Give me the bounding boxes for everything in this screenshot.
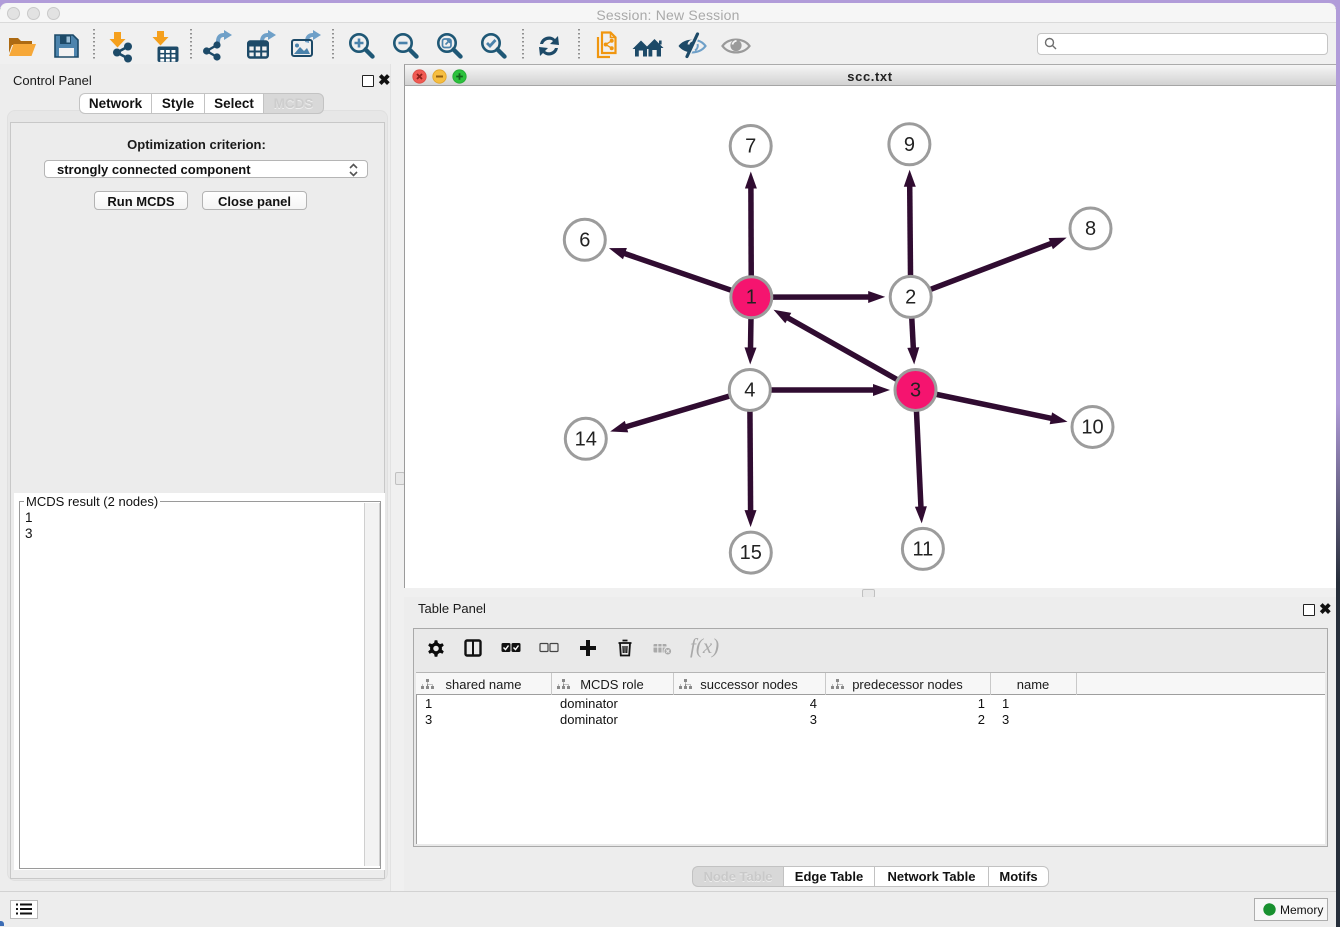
svg-text:2: 2 (905, 286, 916, 308)
svg-text:4: 4 (744, 380, 755, 402)
svg-text:9: 9 (904, 134, 915, 156)
svg-text:11: 11 (913, 538, 934, 560)
svg-text:15: 15 (740, 542, 762, 564)
svg-text:14: 14 (575, 428, 597, 450)
svg-text:8: 8 (1085, 218, 1096, 240)
svg-text:7: 7 (745, 136, 756, 158)
svg-text:10: 10 (1081, 417, 1103, 439)
svg-text:1: 1 (746, 287, 757, 309)
svg-text:6: 6 (579, 229, 590, 251)
svg-text:3: 3 (910, 380, 921, 402)
